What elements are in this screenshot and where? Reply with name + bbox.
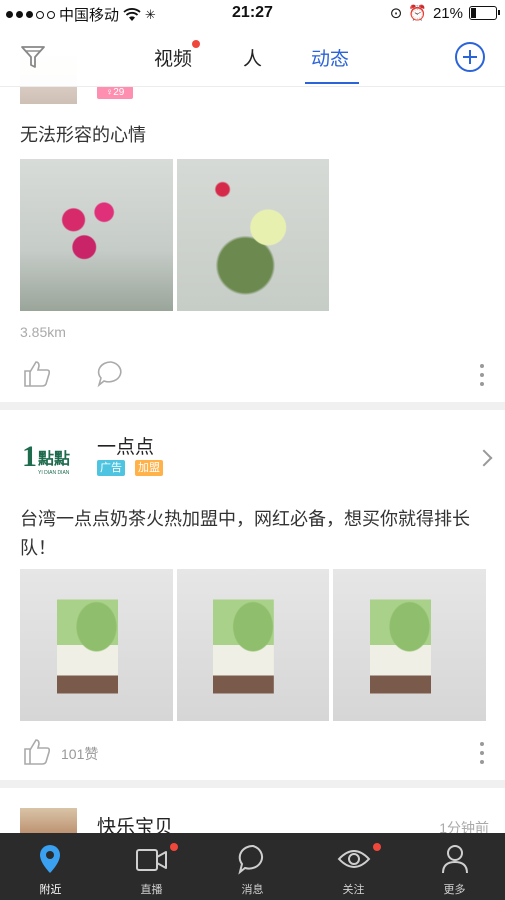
post-text: 无法形容的心情 bbox=[20, 125, 146, 145]
svg-text:點點: 點點 bbox=[38, 449, 70, 468]
post-image[interactable] bbox=[20, 159, 173, 311]
comment-icon[interactable] bbox=[96, 358, 126, 388]
video-camera-icon bbox=[136, 849, 167, 871]
top-nav: 视频 人 动态 bbox=[0, 28, 505, 87]
notification-dot bbox=[192, 40, 201, 48]
tab-video[interactable]: 视频 bbox=[154, 40, 201, 71]
brand-logo[interactable]: 1 點點 YI DIAN DIAN bbox=[20, 436, 78, 480]
like-icon[interactable] bbox=[22, 358, 52, 388]
svg-text:YI DIAN DIAN: YI DIAN DIAN bbox=[38, 470, 70, 476]
age-badge: ♀29 bbox=[97, 86, 133, 99]
tab-messages[interactable]: 消息 bbox=[202, 833, 303, 900]
post-image[interactable] bbox=[177, 569, 329, 721]
divider bbox=[0, 402, 505, 410]
post-image[interactable] bbox=[20, 569, 173, 721]
notification-dot bbox=[373, 843, 381, 851]
chat-bubble-icon bbox=[238, 844, 264, 875]
chevron-right-icon[interactable] bbox=[475, 449, 493, 467]
author-name[interactable]: 一点点 bbox=[97, 432, 154, 459]
ad-tag: 广告 bbox=[97, 460, 125, 476]
post-image[interactable] bbox=[333, 569, 486, 721]
post-text: 台湾一点点奶茶火热加盟中，网红必备，想买你就得排长队！ bbox=[20, 509, 470, 558]
tab-nearby[interactable]: 附近 bbox=[0, 833, 101, 900]
more-options-icon[interactable] bbox=[480, 364, 484, 388]
divider bbox=[0, 780, 505, 788]
tab-people[interactable]: 人 bbox=[243, 44, 262, 71]
like-icon[interactable] bbox=[22, 736, 52, 766]
add-post-button[interactable] bbox=[455, 42, 485, 72]
like-count: 101赞 bbox=[61, 746, 99, 762]
tab-live[interactable]: 直播 bbox=[101, 833, 202, 900]
person-icon bbox=[442, 845, 468, 874]
post-image[interactable] bbox=[177, 159, 329, 311]
svg-text:1: 1 bbox=[22, 440, 37, 473]
active-tab-indicator bbox=[305, 82, 359, 84]
distance-label: 3.85km bbox=[20, 324, 66, 340]
eye-icon bbox=[337, 850, 371, 868]
tab-follow[interactable]: 关注 bbox=[303, 833, 404, 900]
tab-more[interactable]: 更多 bbox=[404, 833, 505, 900]
location-pin-icon bbox=[40, 845, 60, 873]
more-options-icon[interactable] bbox=[480, 742, 484, 766]
feed[interactable]: ♀29 无法形容的心情 3.85km 1 點點 YI DIAN DIAN 一点点… bbox=[0, 0, 505, 900]
franchise-tag: 加盟 bbox=[135, 460, 163, 476]
notification-dot bbox=[170, 843, 178, 851]
bottom-tab-bar: 附近 直播 消息 关注 更多 bbox=[0, 833, 505, 900]
tab-moments[interactable]: 动态 bbox=[311, 44, 349, 71]
